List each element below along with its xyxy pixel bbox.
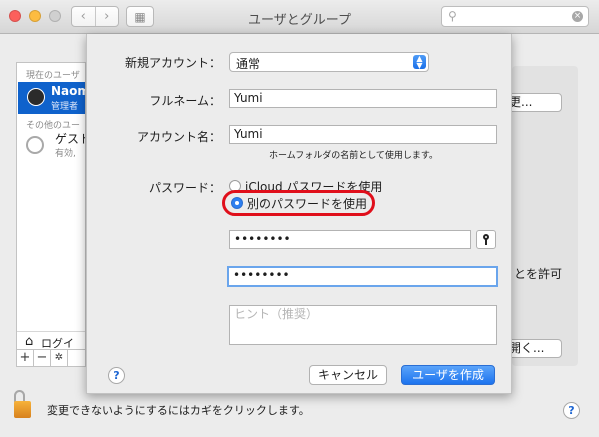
password-field[interactable]: •••••••• xyxy=(229,230,471,249)
search-icon: ⚲ xyxy=(448,9,457,23)
gear-icon[interactable]: ✲ xyxy=(51,350,68,366)
user-list-toolbar: + − ✲ xyxy=(17,349,85,366)
guest-avatar-icon xyxy=(26,136,44,154)
open-button[interactable]: 開く... xyxy=(505,339,562,358)
clear-search-icon[interactable]: × xyxy=(572,11,583,22)
current-users-header: 現在のユーザ xyxy=(26,71,80,81)
account-name-note: ホームフォルダの名前として使用します。 xyxy=(269,151,439,161)
title-bar: ‹ › ▦ ユーザとグループ ⚲ × xyxy=(0,0,599,34)
account-name-field[interactable]: Yumi xyxy=(229,125,497,144)
users-groups-window: ‹ › ▦ ユーザとグループ ⚲ × 現在のユーザ Naom 管理者 その他のユ… xyxy=(0,0,599,437)
guest-user-name[interactable]: ゲスト xyxy=(55,130,85,147)
add-user-button[interactable]: + xyxy=(17,350,34,366)
other-password-radio[interactable] xyxy=(231,197,243,209)
guest-user-status: 有効, xyxy=(55,149,76,159)
sheet-help-button[interactable]: ? xyxy=(108,367,125,384)
password-hint-field[interactable]: ヒント（推奨） xyxy=(229,305,497,345)
current-user-name: Naom xyxy=(51,84,85,98)
cancel-button[interactable]: キャンセル xyxy=(309,365,387,385)
new-account-label: 新規アカウント： xyxy=(124,56,221,70)
verify-password-field[interactable]: •••••••• xyxy=(227,266,498,287)
current-user-role: 管理者 xyxy=(51,102,79,112)
login-options-item[interactable]: ⌂ ログイ xyxy=(17,331,85,350)
create-user-button[interactable]: ユーザを作成 xyxy=(401,365,495,385)
remove-user-button[interactable]: − xyxy=(34,350,51,366)
account-type-popup[interactable]: 通常 ▲ ▼ xyxy=(229,52,429,72)
other-password-label[interactable]: 別のパスワードを使用 xyxy=(247,195,367,212)
new-user-sheet: 新規アカウント： 通常 ▲ ▼ フルネーム： Yumi アカウント名： Yumi … xyxy=(86,34,512,394)
avatar xyxy=(27,88,45,106)
account-type-value: 通常 xyxy=(236,57,261,71)
key-icon[interactable] xyxy=(476,230,496,249)
lock-icon[interactable] xyxy=(14,390,34,419)
change-password-button[interactable]: 更... xyxy=(505,93,562,112)
allow-text: とを許可 xyxy=(514,267,563,281)
search-field[interactable]: ⚲ × xyxy=(441,6,589,27)
user-list: 現在のユーザ Naom 管理者 その他のユー ゲスト 有効, ⌂ ログイ + −… xyxy=(16,62,86,367)
help-button[interactable]: ? xyxy=(563,402,580,419)
account-name-label: アカウント名： xyxy=(136,130,221,144)
lock-instruction-text: 変更できないようにするにはカギをクリックします。 xyxy=(47,404,310,417)
chevron-updown-icon: ▲ ▼ xyxy=(413,55,426,70)
user-list-item-current[interactable]: Naom 管理者 xyxy=(18,82,85,114)
fullname-label: フルネーム： xyxy=(149,94,221,108)
house-icon: ⌂ xyxy=(25,334,34,349)
password-label: パスワード： xyxy=(148,181,221,195)
password-hint-placeholder: ヒント（推奨） xyxy=(234,307,319,321)
fullname-field[interactable]: Yumi xyxy=(229,89,497,108)
